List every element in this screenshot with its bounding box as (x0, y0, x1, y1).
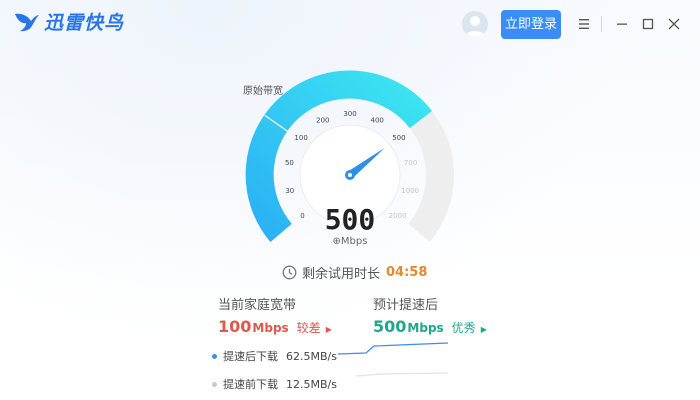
expected-unit: Mbps (407, 321, 444, 335)
gauge-tick-label: 100 (294, 134, 307, 142)
legend-before-speed: 提速前下载 12.5MB/s (212, 376, 337, 392)
gauge-tick-label: 700 (404, 159, 417, 167)
clock-icon (282, 265, 297, 279)
speed-unit: ⊕Mbps (320, 236, 380, 247)
current-unit: Mbps (252, 321, 289, 335)
gauge-tick-label: 0 (300, 212, 304, 220)
gauge-tick-label: 50 (285, 159, 294, 167)
gauge-tick-label: 300 (343, 110, 356, 118)
speed-trend-chart (337, 342, 449, 377)
speed-unit-text: Mbps (340, 236, 368, 247)
gauge-tick-label: 500 (392, 134, 405, 142)
trial-countdown: 04:58 (386, 264, 428, 280)
trial-remaining: 剩余试用时长 04:58 (282, 263, 428, 282)
current-bandwidth-label: 当前家庭宽带 (218, 298, 297, 313)
legend-before-label: 提速前下载 (223, 378, 278, 391)
legend-dot-blue (212, 353, 217, 359)
gauge-tick-label: 30 (285, 187, 294, 195)
needle-hub-center (348, 173, 352, 177)
speed-value: 500 (324, 203, 376, 236)
gauge-original-bandwidth-label: 原始带宽 (243, 86, 283, 97)
expected-speed: 500 (373, 317, 407, 336)
legend-after-speed: 提速后下载 62.5MB/s (212, 348, 337, 364)
legend-after-value: 62.5MB/s (286, 349, 337, 363)
expected-bandwidth-value: 500 Mbps 优秀 ▶ (373, 317, 487, 336)
legend-before-value: 12.5MB/s (286, 377, 337, 391)
gauge-tick-label: 2000 (389, 212, 407, 220)
trial-label: 剩余试用时长 (302, 266, 381, 282)
expected-rating: 优秀 (451, 321, 476, 335)
gauge-tick-label: 200 (316, 116, 329, 124)
legend-after-label: 提速后下载 (223, 350, 278, 363)
current-bandwidth-value: 100 Mbps 较差 ▶ (218, 317, 332, 336)
current-rating: 较差 (296, 321, 321, 335)
caret-right-icon: ▶ (480, 325, 487, 334)
current-speed: 100 (218, 317, 252, 336)
unit-circle-icon: ⊕ (332, 236, 341, 247)
expected-bandwidth-label: 预计提速后 (373, 298, 439, 313)
caret-right-icon: ▶ (325, 325, 332, 334)
after-speed-line (337, 342, 449, 355)
gauge-tick-label: 1000 (401, 187, 419, 195)
legend-dot-gray (212, 381, 217, 387)
gauge-tick-label: 400 (371, 116, 384, 124)
before-speed-line (355, 372, 449, 377)
